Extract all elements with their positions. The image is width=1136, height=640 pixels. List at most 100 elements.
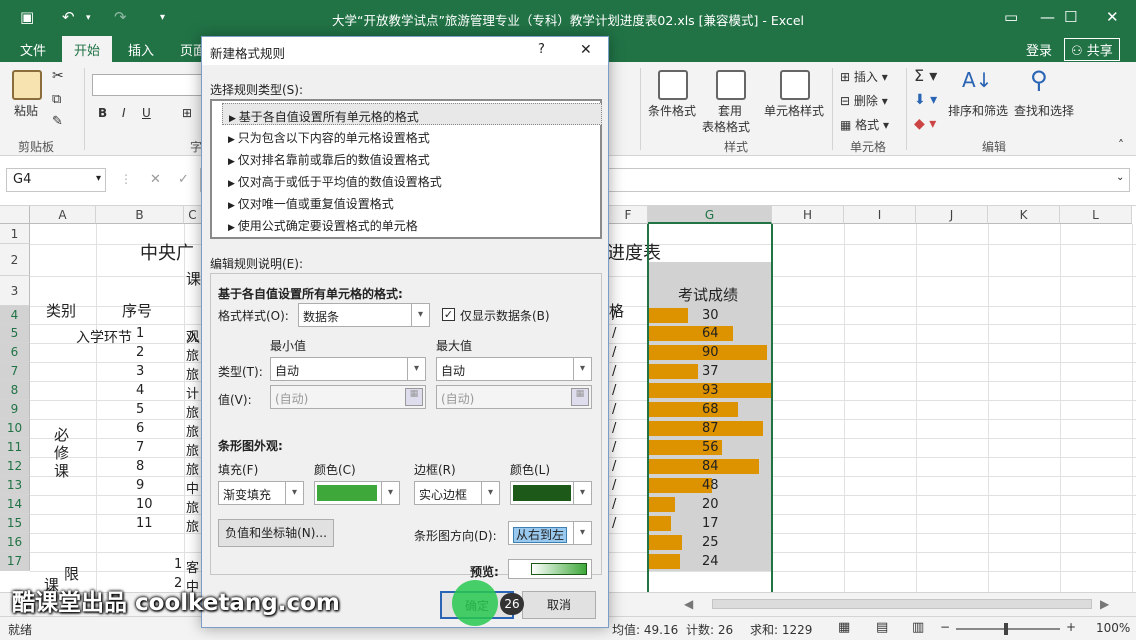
namebox-dropdown-icon[interactable]: ▾: [96, 173, 101, 184]
ribbon-display-icon[interactable]: ▭: [1004, 8, 1018, 26]
cancel-entry-icon[interactable]: ✕: [150, 172, 161, 187]
course-name-cell[interactable]: 观: [186, 326, 199, 345]
max-type-select[interactable]: 自动 ▾: [436, 357, 592, 381]
format-painter-icon[interactable]: ✎: [52, 114, 63, 129]
row-header[interactable]: 3: [0, 276, 30, 306]
page-break-view-icon[interactable]: ▥: [912, 620, 924, 635]
row-header[interactable]: 15: [0, 514, 30, 533]
page-layout-view-icon[interactable]: ▤: [876, 620, 888, 635]
col-f-cell[interactable]: /: [612, 421, 616, 436]
insert-cells-button[interactable]: ⊞ 插入 ▾: [840, 68, 888, 85]
col-header-c[interactable]: C: [184, 206, 202, 224]
bold-button[interactable]: B: [98, 106, 107, 120]
rule-type-item[interactable]: ▶ 仅对高于或低于平均值的数值设置格式: [222, 169, 602, 191]
autosum-icon[interactable]: Σ ▾: [914, 66, 937, 85]
r16-course[interactable]: 客: [186, 557, 199, 576]
col-header-h[interactable]: H: [772, 206, 844, 224]
paste-label[interactable]: 粘贴: [14, 102, 38, 119]
course-number[interactable]: 5: [136, 402, 144, 417]
normal-view-icon[interactable]: ▦: [838, 620, 850, 635]
course-name-cell[interactable]: 旅: [186, 440, 199, 459]
cancel-button[interactable]: 取消: [522, 591, 596, 619]
font-name-select[interactable]: [92, 74, 202, 96]
select-all-corner[interactable]: [0, 206, 30, 224]
course-number[interactable]: 7: [136, 440, 144, 455]
course-name-cell[interactable]: 旅: [186, 364, 199, 383]
min-type-select[interactable]: 自动 ▾: [270, 357, 426, 381]
col-f-cell[interactable]: /: [612, 345, 616, 360]
col-header-b[interactable]: B: [96, 206, 184, 224]
col-f-cell[interactable]: /: [612, 402, 616, 417]
col-header-a[interactable]: A: [30, 206, 96, 224]
row-header[interactable]: 8: [0, 381, 30, 400]
conditional-format-button[interactable]: 条件格式: [648, 102, 696, 119]
col-header-i[interactable]: I: [844, 206, 916, 224]
table-format-label-2[interactable]: 表格格式: [702, 118, 750, 135]
delete-cells-button[interactable]: ⊟ 删除 ▾: [840, 92, 888, 109]
course-name-cell[interactable]: 计: [186, 383, 199, 402]
cell-style-icon[interactable]: [780, 70, 810, 100]
course-name-cell[interactable]: 旅: [186, 402, 199, 421]
range-picker-icon[interactable]: ▦: [405, 388, 423, 406]
italic-button[interactable]: I: [122, 106, 126, 120]
row-header[interactable]: 14: [0, 495, 30, 514]
col-f-cell[interactable]: /: [612, 364, 616, 379]
zoom-slider[interactable]: [956, 628, 1060, 630]
underline-button[interactable]: U: [142, 106, 151, 120]
rule-type-item[interactable]: ▶ 仅对排名靠前或靠后的数值设置格式: [222, 147, 602, 169]
rule-type-item[interactable]: ▶ 只为包含以下内容的单元格设置格式: [222, 125, 602, 147]
course-number[interactable]: 1: [136, 326, 144, 341]
col-f-cell[interactable]: /: [612, 497, 616, 512]
col-header-l[interactable]: L: [1060, 206, 1132, 224]
course-number[interactable]: 11: [136, 516, 153, 531]
course-name-cell[interactable]: 中: [186, 478, 199, 497]
row-header[interactable]: 11: [0, 438, 30, 457]
sort-filter-icon[interactable]: A↓: [962, 68, 992, 92]
course-name-cell[interactable]: 旅: [186, 345, 199, 364]
cell-style-button[interactable]: 单元格样式: [764, 102, 824, 119]
rule-type-item[interactable]: ▶ 仅对唯一值或重复值设置格式: [222, 191, 602, 213]
zoom-level[interactable]: 100%: [1096, 621, 1130, 635]
row-header[interactable]: 13: [0, 476, 30, 495]
course-number[interactable]: 9: [136, 478, 144, 493]
confirm-entry-icon[interactable]: ✓: [178, 172, 189, 187]
min-value-input[interactable]: (自动) ▦: [270, 385, 426, 409]
format-cells-button[interactable]: ▦ 格式 ▾: [840, 116, 889, 133]
row-header[interactable]: 1: [0, 224, 30, 244]
header-type[interactable]: 类别: [46, 300, 76, 321]
show-bar-only-label[interactable]: 仅显示数据条(B): [460, 307, 550, 324]
enroll-cell[interactable]: 入学环节: [76, 327, 132, 347]
fill-color-select[interactable]: ▾: [314, 481, 400, 505]
course-name-cell[interactable]: 旅: [186, 497, 199, 516]
col-f-cell[interactable]: /: [612, 459, 616, 474]
name-box[interactable]: G4 ▾: [6, 168, 106, 192]
tab-home[interactable]: 开始: [62, 36, 113, 62]
table-format-label-1[interactable]: 套用: [718, 102, 742, 119]
header-number[interactable]: 序号: [122, 300, 152, 321]
border-color-select[interactable]: ▾: [510, 481, 592, 505]
bar-direction-select[interactable]: 从右到左 ▾: [508, 521, 592, 545]
row-header[interactable]: 16: [0, 533, 30, 552]
course-number[interactable]: 3: [136, 364, 144, 379]
course-name-cell[interactable]: 旅: [186, 459, 199, 478]
col-header-f[interactable]: F: [609, 206, 648, 224]
tab-insert[interactable]: 插入: [128, 40, 154, 59]
login-link[interactable]: 登录: [1026, 40, 1052, 59]
rule-type-list[interactable]: ▶ 基于各自值设置所有单元格的格式 ▶ 只为包含以下内容的单元格设置格式 ▶ 仅对排…: [210, 99, 602, 239]
course-name-cell[interactable]: 旅: [186, 516, 199, 535]
row-header[interactable]: 10: [0, 419, 30, 438]
course-number[interactable]: 8: [136, 459, 144, 474]
rule-type-item[interactable]: ▶ 基于各自值设置所有单元格的格式: [222, 103, 602, 125]
course-name-cell[interactable]: 旅: [186, 421, 199, 440]
zoom-slider-thumb[interactable]: [1004, 623, 1008, 635]
show-bar-only-checkbox[interactable]: ✓: [442, 308, 455, 321]
help-button[interactable]: ?: [538, 42, 545, 57]
col-header-j[interactable]: J: [916, 206, 988, 224]
col-f-cell[interactable]: /: [612, 383, 616, 398]
share-button[interactable]: ⚇ 共享: [1064, 38, 1120, 61]
borders-icon[interactable]: ⊞: [182, 106, 192, 120]
max-value-input[interactable]: (自动) ▦: [436, 385, 592, 409]
row-header[interactable]: 17: [0, 552, 30, 571]
scroll-right-icon[interactable]: ▶: [1100, 597, 1109, 611]
zoom-in-icon[interactable]: +: [1066, 620, 1076, 634]
